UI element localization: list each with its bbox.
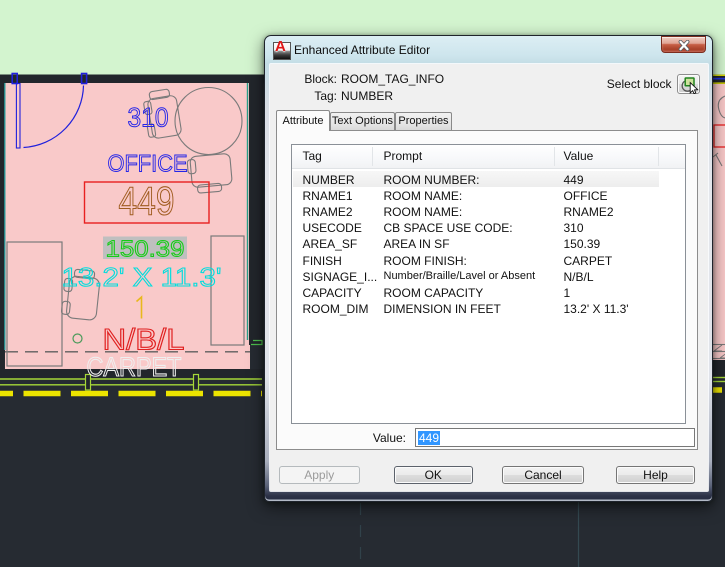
svg-text:OFFICE: OFFICE [108, 151, 188, 178]
svg-text:13.2' X 11.3': 13.2' X 11.3' [62, 262, 222, 292]
svg-text:CARPET: CARPET [87, 352, 182, 382]
svg-text:449: 449 [119, 180, 175, 224]
svg-text:310: 310 [128, 103, 169, 133]
svg-text:150.39: 150.39 [106, 236, 185, 262]
